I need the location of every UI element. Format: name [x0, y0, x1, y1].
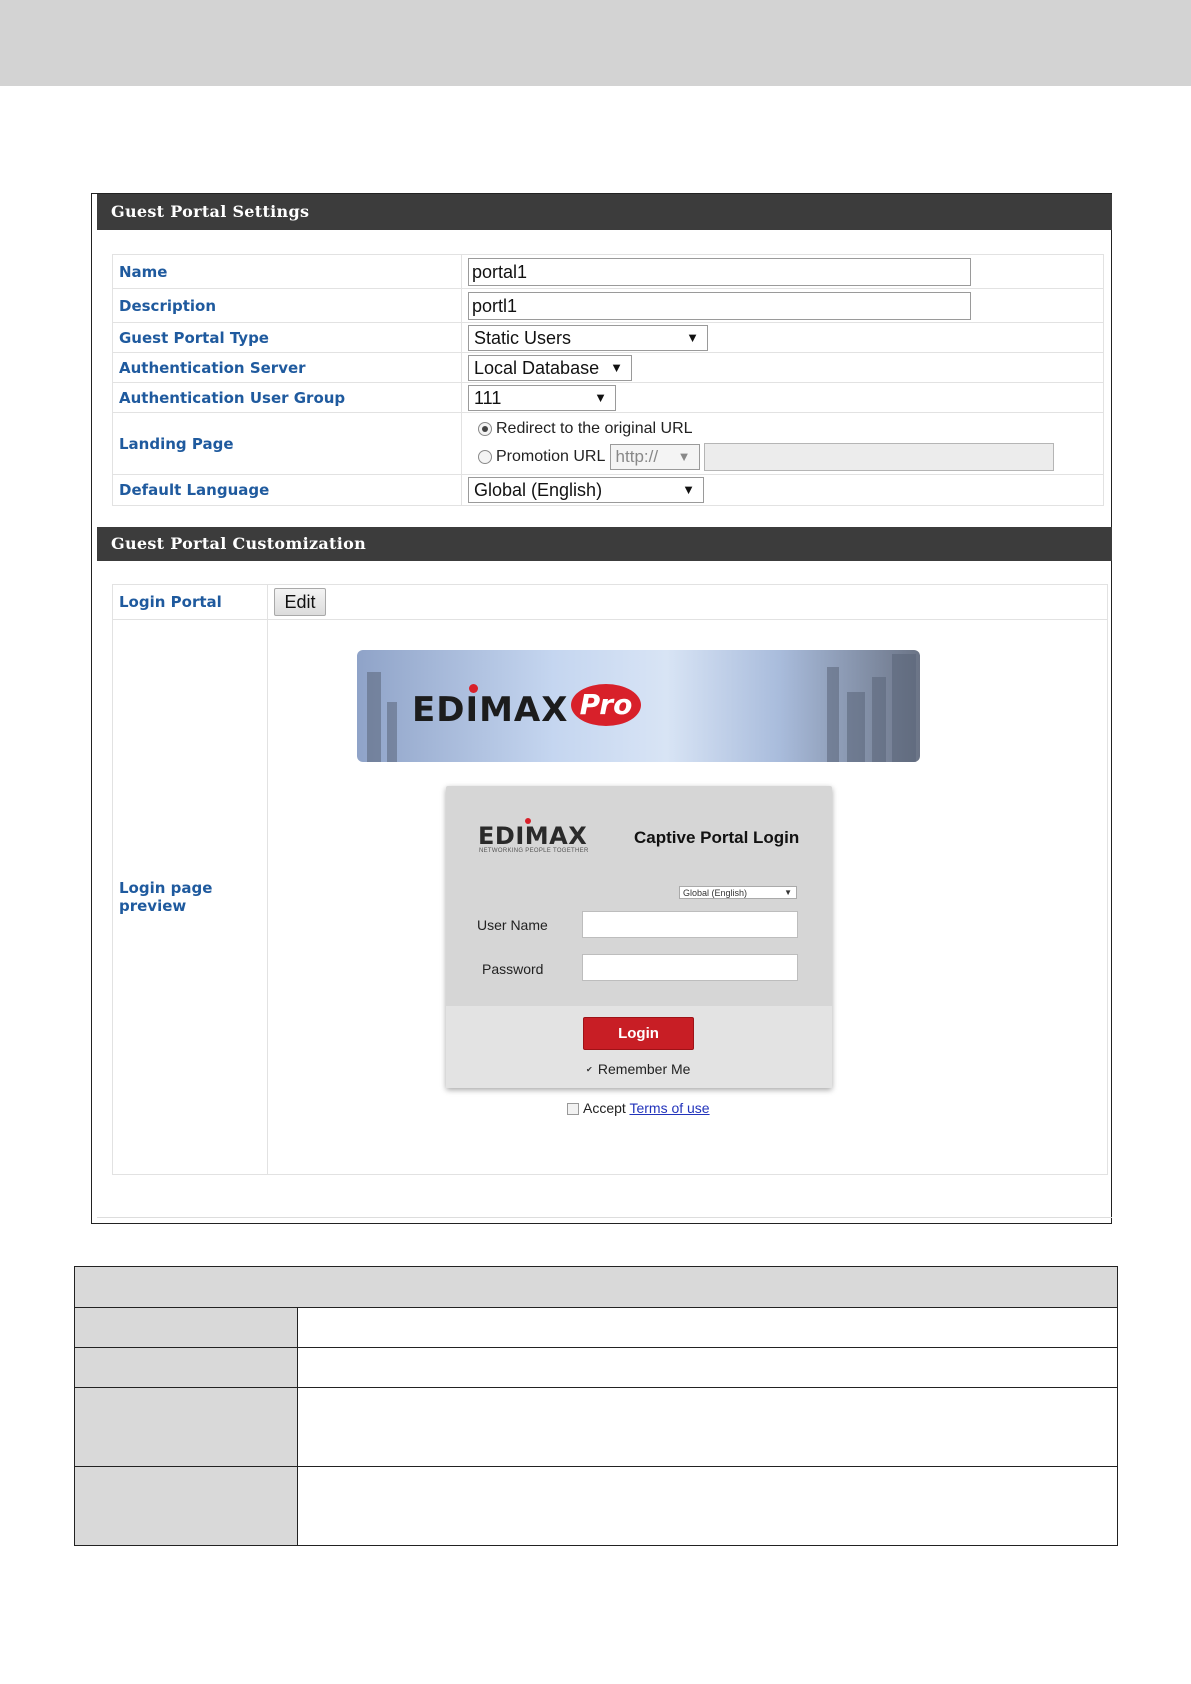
edit-button[interactable]: Edit	[274, 588, 326, 616]
accept-label: Accept	[583, 1100, 626, 1116]
password-label: Password	[482, 961, 544, 977]
username-label: User Name	[477, 917, 548, 933]
auth-group-value: 111	[474, 387, 502, 408]
login-portal-row: Login Portal Edit	[112, 584, 1108, 620]
auth-server-select[interactable]: Local Database ▼	[468, 354, 632, 381]
card-logo-tagline: NETWORKING PEOPLE TOGETHER	[479, 848, 589, 854]
remember-me: ✔ Remember Me	[586, 1061, 690, 1077]
landing-page-label: Landing Page	[112, 412, 462, 475]
auth-server-row: Authentication Server Local Database ▼	[112, 352, 1104, 383]
captive-login-card: EDIMAX NETWORKING PEOPLE TOGETHER Captiv…	[446, 786, 832, 1088]
portal-type-row: Guest Portal Type Static Users ▼	[112, 322, 1104, 353]
language-row: Default Language Global (English) ▼	[112, 474, 1104, 506]
redirect-radio[interactable]	[478, 421, 492, 436]
language-value: Global (English)	[474, 480, 603, 500]
customization-section-header: Guest Portal Customization	[97, 527, 1112, 561]
description-input[interactable]: portl1	[468, 291, 971, 320]
settings-section-header: Guest Portal Settings	[97, 194, 1112, 230]
divider	[97, 1217, 1112, 1218]
dropdown-arrow-icon: ▼	[784, 888, 792, 897]
table-row	[74, 1307, 1118, 1348]
description-row: Description portl1	[112, 288, 1104, 323]
portal-type-value: Static Users	[474, 327, 572, 348]
table-row	[74, 1387, 1118, 1467]
card-title: Captive Portal Login	[634, 828, 800, 847]
promotion-protocol-select[interactable]: http:// ▼	[609, 443, 700, 470]
description-table	[74, 1266, 1118, 1546]
username-input[interactable]	[582, 911, 798, 938]
banner-building	[892, 654, 916, 762]
dropdown-arrow-icon: ▼	[594, 389, 607, 405]
name-input[interactable]: portal1	[468, 257, 971, 286]
dropdown-arrow-icon: ▼	[677, 448, 691, 464]
password-input[interactable]	[582, 954, 798, 981]
landing-option-promotion: Promotion URL http:// ▼	[478, 442, 1097, 472]
landing-option-redirect: Redirect to the original URL	[478, 416, 1097, 442]
auth-server-value: Local Database	[474, 357, 600, 378]
table-cell	[74, 1307, 298, 1348]
table-cell	[74, 1466, 298, 1546]
redirect-label: Redirect to the original URL	[496, 419, 693, 437]
auth-group-label: Authentication User Group	[112, 382, 462, 413]
table-cell	[297, 1347, 1118, 1388]
language-select[interactable]: Global (English) ▼	[468, 477, 704, 503]
page-header-band	[0, 0, 1191, 86]
settings-table: Name portal1 Description portl1 Guest Po…	[112, 254, 1104, 506]
accept-terms: Accept Terms of use	[567, 1100, 710, 1116]
accept-checkbox[interactable]	[567, 1103, 579, 1116]
login-preview-label: Login page preview	[112, 619, 268, 1175]
card-logo: EDIMAX	[478, 822, 588, 850]
auth-server-label: Authentication Server	[112, 352, 462, 383]
portal-type-select[interactable]: Static Users ▼	[468, 324, 708, 351]
login-portal-label: Login Portal	[112, 584, 268, 620]
remember-checkbox-icon[interactable]: ✔	[586, 1066, 594, 1074]
portal-type-label: Guest Portal Type	[112, 322, 462, 353]
dropdown-arrow-icon: ▼	[686, 329, 699, 345]
promotion-protocol-value: http://	[615, 446, 659, 466]
name-label: Name	[112, 254, 462, 289]
table-cell	[297, 1307, 1118, 1348]
card-language-value: Global (English)	[683, 888, 748, 898]
banner-logo: EDIMAX	[412, 690, 569, 730]
login-button[interactable]: Login	[583, 1017, 694, 1050]
table-cell	[297, 1466, 1118, 1546]
language-label: Default Language	[112, 474, 462, 506]
table-row	[74, 1347, 1118, 1388]
banner-building	[827, 667, 839, 762]
banner-building	[367, 672, 381, 762]
card-language-select[interactable]: Global (English) ▼	[679, 886, 797, 899]
promotion-radio[interactable]	[478, 449, 492, 464]
banner-building	[387, 702, 397, 762]
landing-page-row: Landing Page Redirect to the original UR…	[112, 412, 1104, 475]
remember-me-label: Remember Me	[597, 1061, 691, 1077]
table-cell	[297, 1387, 1118, 1467]
auth-group-select[interactable]: 111 ▼	[468, 384, 616, 411]
auth-group-row: Authentication User Group 111 ▼	[112, 382, 1104, 413]
promotion-label: Promotion URL	[496, 447, 606, 465]
description-table-header	[74, 1266, 1118, 1308]
edimax-pro-banner: EDIMAX Pro	[357, 650, 920, 762]
name-row: Name portal1	[112, 254, 1104, 289]
terms-link[interactable]: Terms of use	[629, 1100, 709, 1116]
promotion-url-input[interactable]	[703, 442, 1054, 471]
table-cell	[74, 1387, 298, 1467]
banner-building	[872, 677, 886, 762]
dropdown-arrow-icon: ▼	[682, 482, 695, 497]
table-row	[74, 1466, 1118, 1546]
table-cell	[74, 1347, 298, 1388]
table-header-cell	[74, 1266, 1118, 1308]
description-label: Description	[112, 288, 462, 323]
dropdown-arrow-icon: ▼	[610, 359, 623, 375]
banner-pro-badge: Pro	[571, 684, 641, 726]
banner-building	[847, 692, 865, 762]
